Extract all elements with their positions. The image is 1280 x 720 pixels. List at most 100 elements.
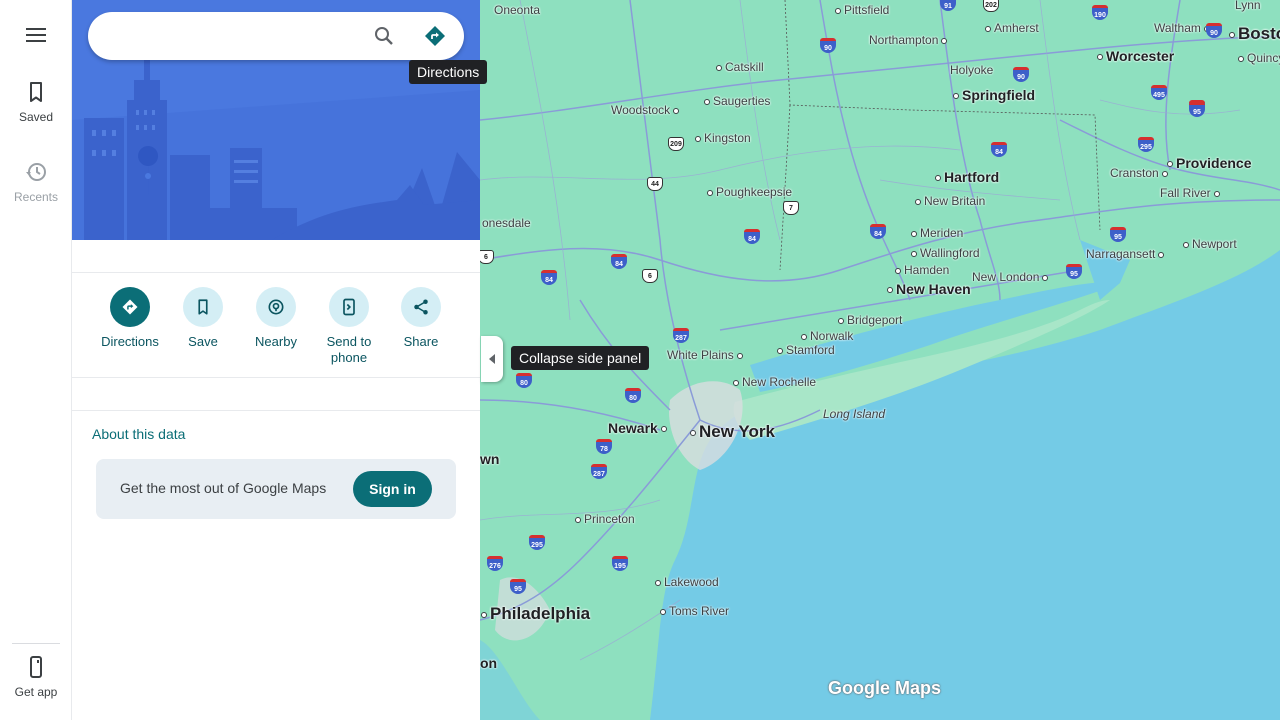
city-label: Princeton: [572, 512, 635, 526]
city-label: Bridgeport: [835, 313, 902, 327]
city-label: Lynn: [1235, 0, 1261, 12]
city-label: New Haven: [884, 281, 971, 297]
send-to-phone-icon: [343, 298, 355, 316]
caret-left-icon: [489, 354, 495, 364]
google-maps-wordmark: Google Maps: [828, 678, 942, 698]
rail-recents-label: Recents: [13, 190, 59, 204]
left-rail: Saved Recents Get app: [0, 0, 72, 720]
promo-text: Get the most out of Google Maps: [120, 480, 327, 496]
divider: [72, 410, 480, 411]
city-label: New Britain: [912, 194, 985, 208]
city-label: Quincy: [1235, 51, 1280, 65]
highway-shield: 190: [1092, 5, 1108, 20]
city-label: Worcester: [1094, 48, 1174, 64]
city-label: Cranston: [1110, 166, 1171, 180]
city-label: Hamden: [892, 263, 949, 277]
rail-get-app-label: Get app: [14, 685, 58, 699]
bookmark-icon: [198, 299, 208, 315]
search-icon[interactable]: [372, 24, 396, 48]
city-label: Lakewood: [652, 575, 719, 589]
sign-in-promo: Get the most out of Google Maps Sign in: [96, 459, 456, 519]
sign-in-button[interactable]: Sign in: [353, 471, 432, 507]
highway-shield: 295: [1138, 137, 1154, 152]
highway-shield: 6: [642, 269, 658, 283]
city-label: White Plains: [667, 348, 746, 362]
city-label: Wallingford: [908, 246, 980, 260]
highway-shield: 495: [1151, 85, 1167, 100]
city-label: Pittsfield: [832, 3, 889, 17]
bookmark-icon: [30, 82, 42, 102]
city-label: Narragansett: [1086, 247, 1167, 261]
highway-shield: 7: [783, 201, 799, 215]
highway-shield: 295: [529, 535, 545, 550]
menu-icon[interactable]: [22, 24, 50, 46]
action-label: Directions: [101, 334, 159, 349]
city-label: Stamford: [774, 343, 835, 357]
city-label: Meriden: [908, 226, 963, 240]
city-label: Saugerties: [701, 94, 770, 108]
about-this-data-link[interactable]: About this data: [92, 426, 185, 442]
directions-tooltip: Directions: [409, 60, 488, 84]
phone-icon: [30, 656, 42, 678]
city-label: wn: [480, 451, 500, 467]
city-label: Newark: [608, 420, 670, 436]
action-label: Nearby: [255, 334, 297, 349]
search-box: [88, 12, 464, 60]
city-label: Long Island: [823, 407, 886, 421]
city-label: Hartford: [932, 169, 999, 185]
city-label: Boston: [1226, 24, 1280, 44]
action-save[interactable]: Save: [168, 287, 238, 350]
highway-shield: 276: [487, 556, 503, 571]
city-label: New London: [972, 270, 1051, 284]
action-buttons: Directions Save Nearby Send to phone Sha…: [92, 287, 462, 367]
city-label: Catskill: [713, 60, 764, 74]
city-label: Philadelphia: [480, 604, 590, 624]
action-label: Share: [403, 334, 439, 349]
side-panel: Directions Save Nearby Send to phone Sha…: [72, 0, 480, 720]
action-label: Send to phone: [326, 334, 372, 365]
search-input[interactable]: [106, 24, 356, 48]
city-label: Toms River: [657, 604, 729, 618]
highway-shield: 287: [591, 464, 607, 479]
action-nearby[interactable]: Nearby: [241, 287, 311, 350]
city-label: New York: [687, 422, 775, 442]
city-label: Poughkeepsie: [704, 185, 792, 199]
city-label: New Rochelle: [730, 375, 816, 389]
city-label: Oneonta: [494, 3, 541, 17]
city-label: Newport: [1180, 237, 1237, 251]
divider: [72, 272, 480, 273]
city-label: Providence: [1164, 155, 1251, 171]
nearby-icon: [268, 299, 284, 315]
highway-shield: 287: [673, 328, 689, 343]
city-label: Northampton: [869, 33, 950, 47]
rail-saved[interactable]: Saved: [0, 80, 72, 124]
city-label: Waltham: [1154, 21, 1213, 35]
directions-icon[interactable]: [423, 24, 447, 48]
highway-shield: 202: [983, 0, 999, 12]
highway-shield: 44: [647, 177, 663, 191]
action-directions[interactable]: Directions: [95, 287, 165, 350]
city-label: Amherst: [982, 21, 1039, 35]
action-label: Save: [188, 334, 218, 349]
city-label: Fall River: [1160, 186, 1223, 200]
collapse-tooltip: Collapse side panel: [511, 346, 650, 370]
rail-saved-label: Saved: [18, 110, 54, 124]
city-label: on: [480, 655, 498, 671]
city-label: Kingston: [692, 131, 751, 145]
divider: [72, 377, 480, 378]
highway-shield: 195: [612, 556, 628, 571]
city-label: Norwalk: [798, 329, 853, 343]
collapse-panel-button[interactable]: [481, 336, 503, 382]
action-send-to-phone[interactable]: Send to phone: [314, 287, 384, 366]
history-icon: [26, 163, 46, 181]
rail-get-app[interactable]: Get app: [0, 655, 72, 699]
city-label: Holyoke: [950, 63, 994, 77]
action-share[interactable]: Share: [386, 287, 456, 350]
highway-shield: 6: [480, 250, 494, 264]
city-label: Woodstock: [611, 103, 682, 117]
city-label: Springfield: [950, 87, 1035, 103]
rail-recents[interactable]: Recents: [0, 160, 72, 204]
highway-shield: 209: [668, 137, 684, 151]
share-icon: [414, 299, 428, 315]
directions-icon: [122, 299, 138, 315]
